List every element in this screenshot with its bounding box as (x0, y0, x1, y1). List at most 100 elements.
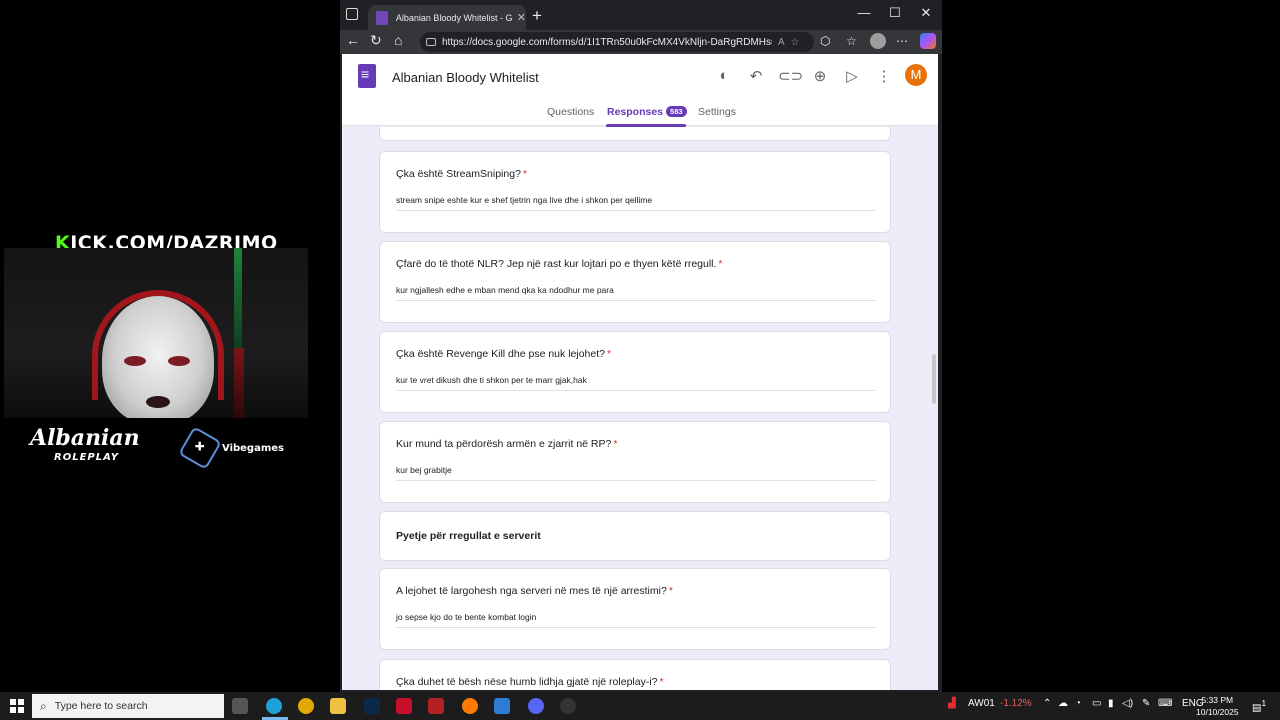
question-title: A lejohet të largohesh nga serveri në me… (396, 585, 667, 597)
back-icon[interactable]: ← (346, 32, 360, 48)
notification-icon[interactable]: ▤1 (1252, 698, 1266, 713)
albanian-roleplay-logo: Albanian ROLEPLAY (30, 427, 140, 468)
page-scrollbar[interactable] (932, 354, 936, 404)
question-title: Çka është StreamSniping? (396, 168, 521, 180)
link-icon[interactable]: ⊂⊃ (778, 67, 803, 85)
edge-icon[interactable] (266, 698, 282, 714)
new-tab-icon[interactable]: + (532, 6, 542, 26)
tab-settings[interactable]: Settings (698, 106, 736, 118)
favorites-icon[interactable]: ☆ (846, 34, 857, 48)
green-light (234, 248, 242, 348)
file-explorer-icon[interactable] (330, 698, 346, 714)
maximize-button[interactable]: ☐ (883, 5, 907, 21)
vibegames-icon (178, 426, 222, 470)
volume-icon[interactable]: ◁) (1122, 698, 1133, 709)
search-placeholder: Type here to search (54, 700, 148, 712)
pdf-app-icon[interactable] (396, 698, 412, 714)
previous-card (379, 127, 891, 141)
palette-icon[interactable]: ◐ (714, 67, 734, 84)
tab-responses-label: Responses (607, 106, 664, 118)
required-asterisk: * (613, 438, 618, 450)
vibegames-text: Vibegames (222, 442, 284, 454)
question-card: Çka duhet të bësh nëse humb lidhja gjatë… (379, 659, 891, 690)
required-asterisk: * (522, 168, 527, 180)
form-title[interactable]: Albanian Bloody Whitelist (392, 70, 539, 85)
home-icon[interactable]: ⌂ (394, 32, 402, 48)
browser-tab[interactable]: Albanian Bloody Whitelist - Goog ✕ (368, 5, 526, 30)
minimize-button[interactable]: — (852, 5, 876, 20)
answer-text: stream snipe eshte kur e shef tjetrin ng… (396, 195, 876, 211)
favorite-star-icon[interactable]: ☆ (791, 37, 800, 48)
required-asterisk: * (668, 585, 673, 597)
question-card: Çka është StreamSniping? * stream snipe e… (379, 151, 891, 233)
taskbar-search-box[interactable]: ⌕ Type here to search (32, 694, 224, 718)
browser-toolbar: ← ↻ ⌂ https://docs.google.com/forms/d/1I… (340, 30, 942, 54)
google-forms-page: Albanian Bloody Whitelist ◐ ↶ ⊂⊃ ⊕ ▷ ⋮ M… (342, 54, 938, 690)
clock-time: 5:33 PM (1201, 695, 1234, 705)
answer-text: kur ngjallesh edhe e mban mend qka ka nd… (396, 285, 876, 301)
section-card: Pyetje për rregullat e serverit (379, 511, 891, 561)
url-text[interactable]: https://docs.google.com/forms/d/1I1TRn50… (442, 37, 772, 48)
stock-chart-icon[interactable]: ▟ (948, 698, 956, 709)
task-view-icon[interactable] (232, 698, 248, 714)
stock-change[interactable]: -1.12% (1000, 698, 1032, 709)
obs-icon[interactable] (560, 698, 576, 714)
keyboard-icon[interactable]: ⌨ (1158, 698, 1172, 709)
right-eye (168, 356, 190, 366)
question-title: Çka duhet të bësh nëse humb lidhja gjatë… (396, 676, 658, 688)
question-card: A lejohet të largohesh nga serveri në me… (379, 568, 891, 650)
mouth (146, 396, 170, 408)
discord-icon[interactable] (528, 698, 544, 714)
balaclava-mask (102, 296, 214, 418)
extensions-icon[interactable]: ⬡ (820, 34, 830, 48)
window-menu-icon[interactable] (346, 8, 358, 20)
more-vert-icon[interactable]: ⋮ (874, 67, 894, 85)
app-grid-icon[interactable] (428, 698, 444, 714)
photoshop-icon[interactable] (364, 698, 380, 714)
close-window-button[interactable]: ✕ (914, 5, 938, 21)
windows-start-icon[interactable] (10, 699, 24, 713)
responses-count-badge: 583 (666, 106, 687, 117)
tray-expand-icon[interactable]: ⌃ (1043, 698, 1051, 709)
question-card: Çfarë do të thotë NLR? Jep një rast kur … (379, 241, 891, 323)
undo-icon[interactable]: ↶ (746, 67, 766, 85)
tab-questions[interactable]: Questions (547, 106, 594, 118)
tab-responses[interactable]: Responses 583 (607, 106, 687, 118)
account-avatar[interactable]: M (905, 64, 927, 86)
system-clock[interactable]: 5:33 PM 10/10/2025 (1196, 694, 1239, 718)
forms-logo-icon[interactable] (358, 64, 376, 88)
publish-icon[interactable]: ▷ (842, 67, 862, 85)
title-bar: Albanian Bloody Whitelist - Goog ✕ + — ☐… (340, 0, 942, 30)
stock-name[interactable]: AW01 (968, 698, 995, 709)
forms-favicon-icon (376, 10, 388, 25)
tab-title: Albanian Bloody Whitelist - Goog (395, 12, 513, 23)
webcam-feed (4, 248, 308, 418)
required-asterisk: * (606, 348, 612, 360)
usb-icon[interactable]: ▮ (1108, 698, 1114, 709)
address-bar[interactable]: https://docs.google.com/forms/d/1I1TRn50… (420, 32, 814, 52)
add-collaborator-icon[interactable]: ⊕ (810, 67, 830, 85)
site-info-icon[interactable] (426, 38, 436, 46)
monitor-icon[interactable]: ▭ (1092, 698, 1101, 709)
reload-icon[interactable]: ↻ (370, 32, 382, 49)
desktop: KICK.COM/DAZRIMO AlbanianROLEPLAY Vibega… (0, 0, 1280, 720)
onedrive-icon[interactable]: ☁ (1058, 698, 1068, 709)
chrome-icon[interactable] (298, 698, 314, 714)
copilot-icon[interactable] (920, 33, 936, 49)
network-icon[interactable]: ◔ (1075, 698, 1081, 709)
red-light (234, 348, 244, 418)
store-icon[interactable] (494, 698, 510, 714)
clock-date: 10/10/2025 (1196, 707, 1239, 717)
forms-header: Albanian Bloody Whitelist ◐ ↶ ⊂⊃ ⊕ ▷ ⋮ M… (342, 54, 938, 127)
answer-text: kur te vret dikush dhe ti shkon per te m… (396, 375, 876, 391)
required-asterisk: * (718, 258, 723, 270)
pen-icon[interactable]: ✎ (1142, 698, 1150, 709)
more-menu-icon[interactable]: ⋯ (896, 34, 908, 48)
blender-icon[interactable] (462, 698, 478, 714)
answer-text: kur bej grabitje (396, 465, 876, 481)
question-card: Kur mund ta përdorësh armën e zjarrit në… (379, 421, 891, 503)
profile-avatar-icon[interactable] (870, 33, 886, 49)
read-aloud-icon[interactable]: A (778, 37, 785, 48)
logo-roleplay-text: ROLEPLAY (54, 452, 119, 463)
tab-close-icon[interactable]: ✕ (517, 11, 526, 24)
